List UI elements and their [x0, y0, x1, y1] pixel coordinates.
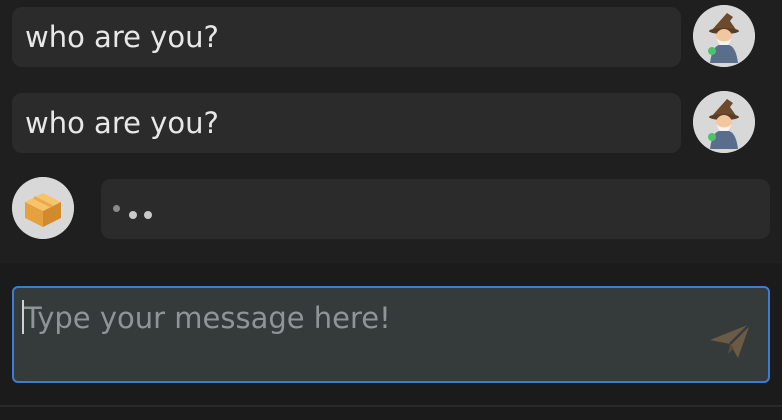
user-message-bubble: who are you? [12, 93, 681, 153]
assistant-typing-bubble [101, 179, 770, 239]
typing-dot [144, 211, 152, 219]
divider [0, 405, 782, 407]
typing-dot [129, 211, 137, 219]
typing-dot [113, 205, 120, 212]
user-message-bubble: who are you? [12, 7, 681, 67]
paper-plane-icon [710, 323, 751, 358]
wizard-avatar-icon [693, 5, 755, 67]
message-text: who are you? [25, 106, 219, 140]
message-text: who are you? [25, 20, 219, 54]
text-caret [22, 300, 24, 334]
wizard-avatar-icon [693, 91, 755, 153]
chat-area: who are you? who are you? [0, 0, 782, 263]
box-avatar-icon [12, 177, 74, 239]
message-composer [12, 286, 770, 383]
message-input[interactable] [14, 288, 768, 381]
send-button[interactable] [708, 322, 752, 360]
